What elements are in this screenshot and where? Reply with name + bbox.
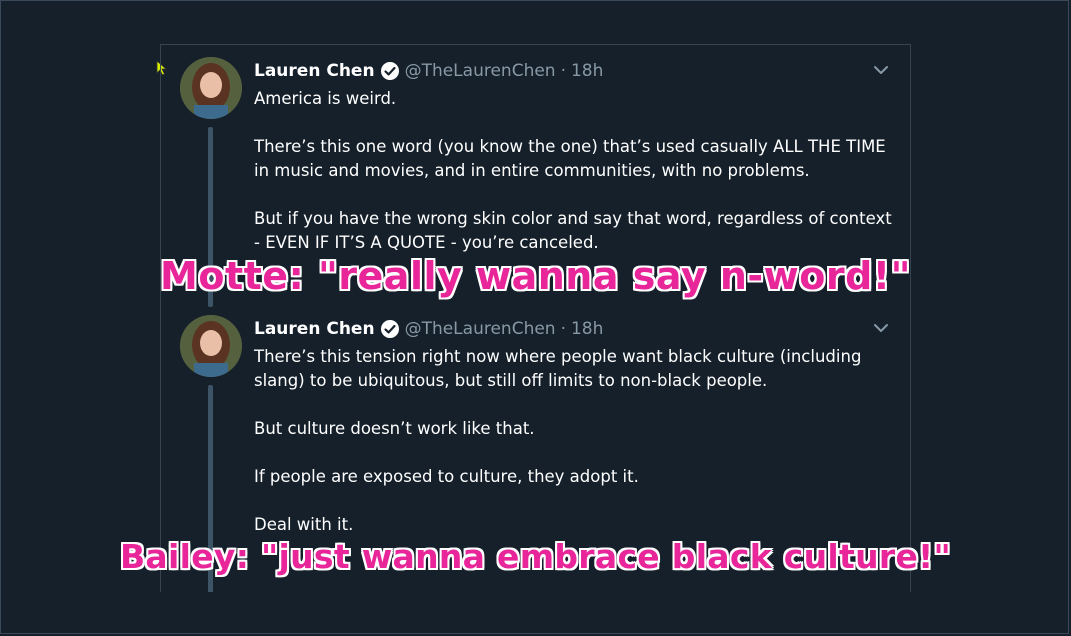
tweet-paragraph: If people are exposed to culture, they a… bbox=[254, 467, 639, 486]
tweet-header: Lauren Chen @TheLaurenChen · 18h bbox=[254, 318, 603, 340]
tweet-paragraph: America is weird. bbox=[254, 89, 397, 108]
tweet-text: America is weird. There’s this one word … bbox=[254, 87, 894, 255]
motte-caption: Motte: "really wanna say n-word!" bbox=[160, 254, 911, 298]
verified-icon bbox=[380, 62, 399, 80]
tweet-text: There’s this tension right now where peo… bbox=[254, 345, 894, 537]
tweet-time[interactable]: 18h bbox=[571, 61, 603, 81]
chevron-down-icon[interactable] bbox=[872, 63, 890, 77]
separator-dot: · bbox=[560, 61, 566, 81]
author-handle[interactable]: @TheLaurenChen bbox=[405, 319, 556, 339]
tweet-time[interactable]: 18h bbox=[571, 319, 603, 339]
author-name[interactable]: Lauren Chen bbox=[254, 319, 375, 339]
tweet-paragraph: But culture doesn’t work like that. bbox=[254, 419, 535, 438]
verified-icon bbox=[380, 320, 399, 338]
bailey-caption: Bailey: "just wanna embrace black cultur… bbox=[119, 537, 952, 576]
tweet-paragraph: But if you have the wrong skin color and… bbox=[254, 209, 892, 252]
avatar[interactable] bbox=[180, 57, 242, 119]
separator-dot: · bbox=[560, 319, 566, 339]
chevron-down-icon[interactable] bbox=[872, 321, 890, 335]
tweet-paragraph: There’s this tension right now where peo… bbox=[254, 347, 862, 390]
author-name[interactable]: Lauren Chen bbox=[254, 61, 375, 81]
author-handle[interactable]: @TheLaurenChen bbox=[405, 61, 556, 81]
tweet-thread: Lauren Chen @TheLaurenChen · 18h America… bbox=[160, 44, 911, 592]
tweet-paragraph: Deal with it. bbox=[254, 515, 354, 534]
tweet-paragraph: There’s this one word (you know the one)… bbox=[254, 137, 886, 180]
tweet-header: Lauren Chen @TheLaurenChen · 18h bbox=[254, 60, 603, 82]
avatar[interactable] bbox=[180, 315, 242, 377]
